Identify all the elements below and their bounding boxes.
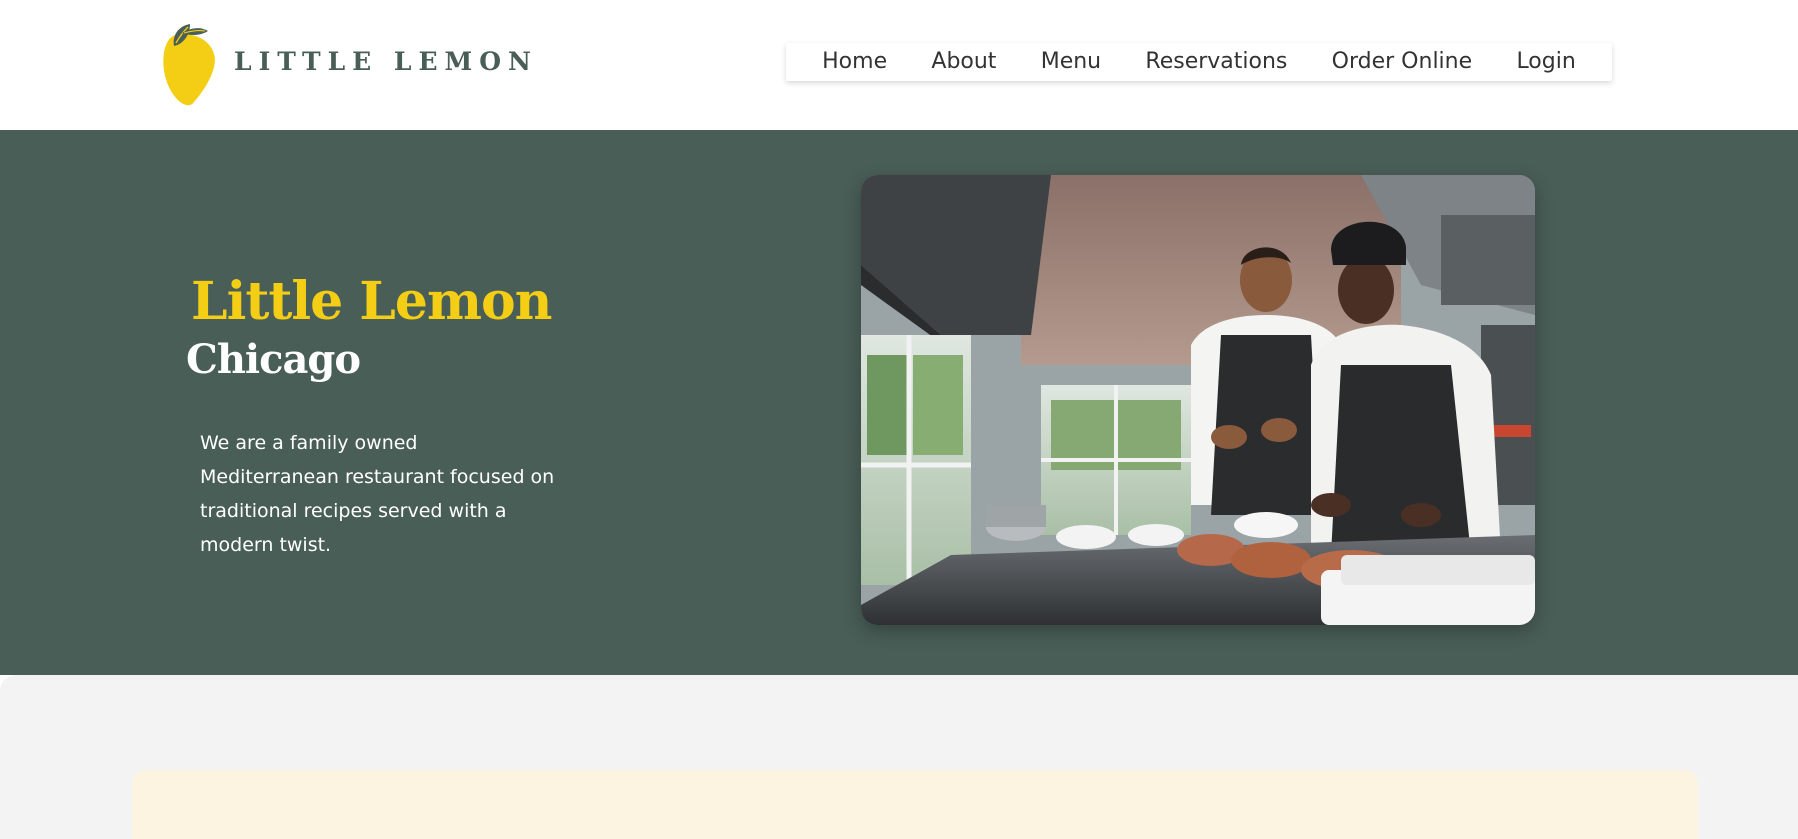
nav-home[interactable]: Home [822, 43, 887, 81]
highlights-section [0, 675, 1798, 839]
nav-about[interactable]: About [931, 43, 996, 81]
hero-image [861, 175, 1535, 625]
logo-link[interactable]: LITTLE LEMON [160, 14, 538, 108]
site-header: LITTLE LEMON Home About Menu Reservation… [0, 0, 1798, 130]
nav-login[interactable]: Login [1516, 43, 1575, 81]
hero-section: Little Lemon Chicago We are a family own… [0, 130, 1798, 675]
page: LITTLE LEMON Home About Menu Reservation… [0, 0, 1798, 839]
hero-title: Little Lemon [191, 271, 552, 332]
nav-menu[interactable]: Menu [1041, 43, 1101, 81]
hero-description: We are a family owned Mediterranean rest… [200, 432, 555, 556]
hero-subtitle: Chicago [186, 336, 361, 383]
main-nav: Home About Menu Reservations Order Onlin… [786, 43, 1612, 81]
lemon-icon [163, 24, 215, 106]
chefs-in-kitchen-photo [861, 175, 1535, 625]
nav-reservations[interactable]: Reservations [1145, 43, 1287, 81]
logo-text: LITTLE LEMON [234, 46, 538, 76]
content-card [132, 770, 1698, 839]
nav-order-online[interactable]: Order Online [1332, 43, 1472, 81]
